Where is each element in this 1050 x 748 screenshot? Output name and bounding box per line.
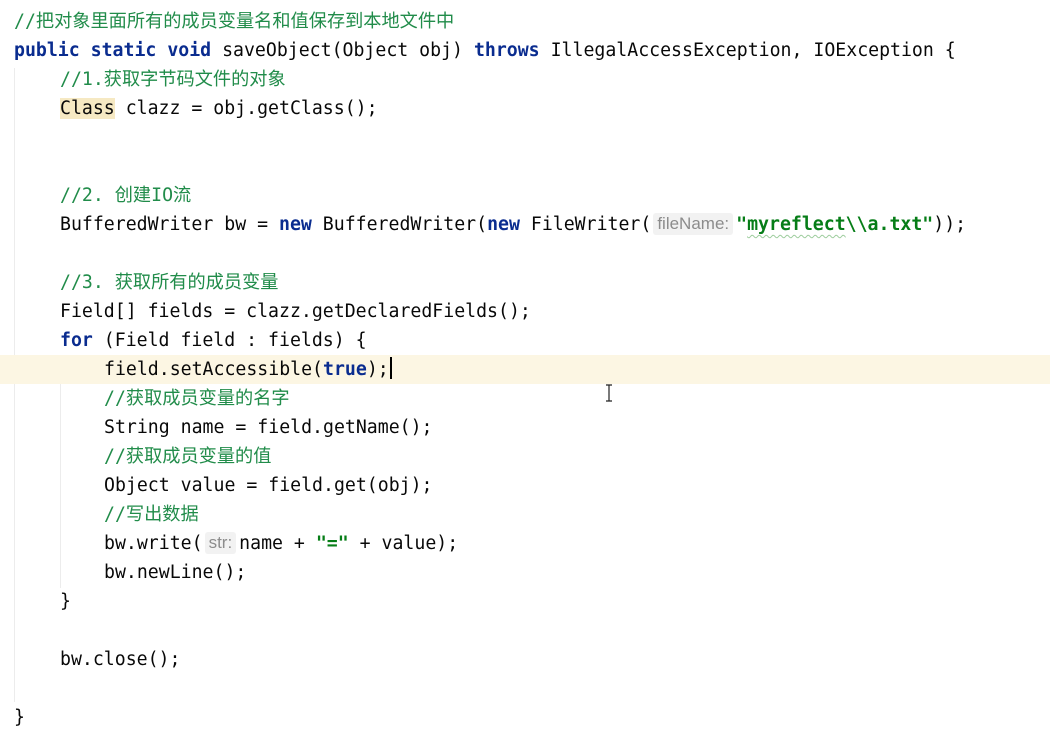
comment: //1.获取字节码文件的对象 <box>60 69 286 90</box>
code-text: Object value = field.get(obj); <box>104 475 433 496</box>
code-text: clazz = obj.getClass(); <box>114 98 378 119</box>
code-line[interactable]: //写出数据 <box>0 500 1050 529</box>
code-line[interactable]: Object value = field.get(obj); <box>0 471 1050 500</box>
string-literal: " <box>736 214 748 235</box>
code-line[interactable]: //2. 创建IO流 <box>0 181 1050 210</box>
code-text: ); <box>366 359 389 380</box>
code-line[interactable]: String name = field.getName(); <box>0 413 1050 442</box>
string-literal: \\a.txt" <box>845 214 934 235</box>
code-line[interactable]: public static void saveObject(Object obj… <box>0 36 1050 65</box>
comment: //获取成员变量的名字 <box>104 388 290 409</box>
code-text: name + <box>239 533 316 554</box>
code-text: bw.write( <box>104 533 203 554</box>
code-line[interactable]: } <box>0 587 1050 616</box>
keyword: new <box>487 214 520 235</box>
code-text: Field[] fields = clazz.getDeclaredFields… <box>60 301 531 322</box>
code-text: )); <box>933 214 967 235</box>
string-literal: "=" <box>315 533 349 554</box>
keyword: static <box>90 40 157 61</box>
code-line[interactable]: bw.newLine(); <box>0 558 1050 587</box>
code-text: BufferedWriter bw = <box>60 214 279 235</box>
code-line[interactable]: //3. 获取所有的成员变量 <box>0 268 1050 297</box>
comment: //写出数据 <box>104 504 199 525</box>
code-line[interactable]: bw.write(str: name + "=" + value); <box>0 529 1050 558</box>
closing-brace: } <box>60 591 71 612</box>
code-line[interactable]: //获取成员变量的值 <box>0 442 1050 471</box>
code-line[interactable]: Field[] fields = clazz.getDeclaredFields… <box>0 297 1050 326</box>
method-signature: saveObject(Object obj) <box>222 40 463 61</box>
code-text: bw.newLine(); <box>104 562 247 583</box>
closing-brace: } <box>14 707 25 728</box>
keyword: for <box>60 330 93 351</box>
text-caret <box>389 357 392 379</box>
code-text: String name = field.getName(); <box>104 417 433 438</box>
code-text: bw.close(); <box>60 649 181 670</box>
code-line[interactable]: } <box>0 703 1050 732</box>
code-editor[interactable]: //把对象里面所有的成员变量名和值保存到本地文件中 public static … <box>0 0 1050 748</box>
code-text: (Field field : fields) { <box>92 330 367 351</box>
comment: //3. 获取所有的成员变量 <box>60 272 279 293</box>
highlighted-identifier: Class <box>60 98 115 119</box>
code-text: field.setAccessible( <box>104 359 323 380</box>
keyword: new <box>279 214 312 235</box>
code-line[interactable]: BufferedWriter bw = new BufferedWriter(n… <box>0 210 1050 239</box>
keyword: void <box>167 40 212 61</box>
code-text: BufferedWriter( <box>311 214 488 235</box>
keyword: throws <box>473 40 540 61</box>
code-line[interactable]: //把对象里面所有的成员变量名和值保存到本地文件中 <box>0 7 1050 36</box>
exception-list: IllegalAccessException, IOException { <box>550 40 956 61</box>
code-text: FileWriter( <box>519 214 652 235</box>
code-line[interactable]: for (Field field : fields) { <box>0 326 1050 355</box>
keyword: public <box>14 40 80 61</box>
parameter-hint: str: <box>204 532 237 554</box>
keyword: true <box>323 359 367 380</box>
typo-squiggle: myreflect <box>747 214 846 235</box>
comment: //把对象里面所有的成员变量名和值保存到本地文件中 <box>14 11 455 32</box>
code-text: + value); <box>348 533 459 554</box>
current-line[interactable]: field.setAccessible(true); <box>0 355 1050 384</box>
parameter-hint: fileName: <box>653 213 734 235</box>
comment: //2. 创建IO流 <box>60 185 192 206</box>
i-beam-cursor-icon <box>606 384 612 402</box>
code-line[interactable]: //1.获取字节码文件的对象 <box>0 65 1050 94</box>
code-line[interactable]: //获取成员变量的名字 <box>0 384 1050 413</box>
code-line[interactable]: bw.close(); <box>0 645 1050 674</box>
code-line[interactable]: Class clazz = obj.getClass(); <box>0 94 1050 123</box>
comment: //获取成员变量的值 <box>104 446 272 467</box>
